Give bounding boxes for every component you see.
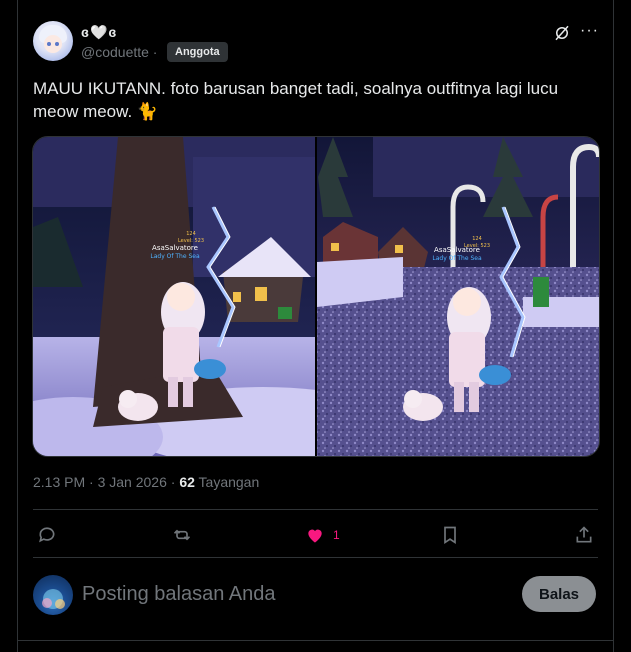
divider xyxy=(17,640,614,641)
share-icon xyxy=(576,526,592,543)
bookmark-button[interactable] xyxy=(440,523,460,547)
tweet-metadata: 2.13 PM · 3 Jan 2026 · 62 Tayangan xyxy=(33,474,259,490)
name-tag-username: AsaSalvatore xyxy=(434,246,480,254)
tweet-text: MAUU IKUTANN. foto barusan banget tadi, … xyxy=(33,79,559,121)
reply-button[interactable] xyxy=(37,523,57,547)
divider xyxy=(33,557,598,558)
view-label: Tayangan xyxy=(198,474,260,490)
photo-right[interactable]: 124 Level: 523 AsaSalvatore Lady Of The … xyxy=(317,137,599,456)
heart-icon xyxy=(308,529,322,543)
member-badge[interactable]: Anggota xyxy=(167,42,228,62)
reply-icon xyxy=(39,527,55,543)
name-tag-level: 124 xyxy=(186,231,196,237)
view-count: 62 xyxy=(179,474,195,490)
name-tag-title: Lady Of The Sea xyxy=(150,253,200,260)
author-handle[interactable]: @coduette · xyxy=(81,44,157,60)
name-tag-username: AsaSalvatore xyxy=(152,244,198,252)
author-avatar[interactable] xyxy=(33,21,73,61)
reply-submit-button[interactable]: Balas xyxy=(522,576,596,612)
share-button[interactable] xyxy=(574,523,594,547)
name-tag-title: Lady Of The Sea xyxy=(432,255,482,262)
like-button[interactable]: 1 xyxy=(305,523,340,547)
author-display-name[interactable]: ɞ🤍ɞ xyxy=(81,24,117,41)
bookmark-icon xyxy=(444,526,456,545)
like-count: 1 xyxy=(333,528,340,542)
tweet-media[interactable]: 124 Level: 523 AsaSalvatore Lady Of The … xyxy=(32,136,600,457)
more-icon[interactable]: ··· xyxy=(580,23,598,42)
repost-icon xyxy=(173,529,191,541)
divider xyxy=(33,509,598,510)
grok-icon[interactable] xyxy=(553,24,571,42)
timeline-border-left xyxy=(17,0,18,652)
reply-input[interactable]: Posting balasan Anda xyxy=(82,583,276,606)
name-tag-level: 124 xyxy=(472,236,482,242)
tweet-timestamp[interactable]: 2.13 PM · 3 Jan 2026 · xyxy=(33,474,175,490)
user-avatar[interactable] xyxy=(33,575,73,615)
repost-button[interactable] xyxy=(172,523,192,547)
timeline-border-right xyxy=(613,0,614,652)
